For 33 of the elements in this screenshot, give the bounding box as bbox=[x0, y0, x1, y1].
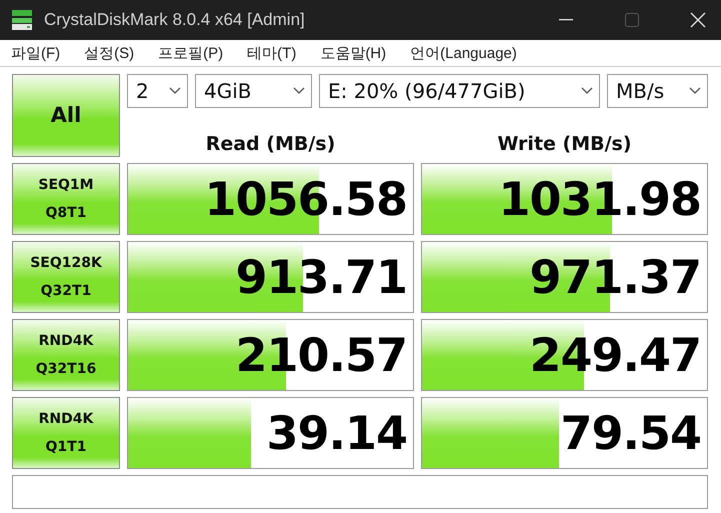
caret-icon bbox=[689, 87, 701, 95]
dropdown[interactable]: 2 bbox=[127, 74, 188, 108]
test-button[interactable]: SEQ128K Q32T1 bbox=[12, 241, 120, 313]
menu-item[interactable]: 프로필(P) bbox=[158, 44, 224, 62]
disk-icon bbox=[10, 8, 34, 32]
caret-icon bbox=[169, 87, 181, 95]
minimize-icon bbox=[559, 19, 573, 21]
test-button[interactable]: RND4K Q32T16 bbox=[12, 319, 120, 391]
result-value: 249.47 bbox=[529, 328, 701, 382]
menu-item[interactable]: 테마(T) bbox=[247, 44, 296, 62]
comment-field[interactable] bbox=[12, 475, 708, 509]
menu-item[interactable]: 언어(Language) bbox=[410, 44, 517, 62]
menu-item[interactable]: 설정(S) bbox=[84, 44, 134, 62]
column-header: Read (MB/s) bbox=[204, 132, 336, 157]
close-icon bbox=[690, 12, 706, 28]
test-button[interactable]: RND4K Q1T1 bbox=[12, 397, 120, 469]
test-button[interactable]: SEQ1M Q8T1 bbox=[12, 163, 120, 235]
caret-icon bbox=[293, 87, 305, 95]
menu-item[interactable]: 도움말(H) bbox=[320, 44, 386, 62]
window-title: CrystalDiskMark 8.0.4 x64 [Admin] bbox=[44, 10, 306, 30]
result-value: 79.54 bbox=[560, 406, 701, 460]
result-value: 39.14 bbox=[266, 406, 407, 460]
result-value: 913.71 bbox=[235, 250, 407, 304]
dropdown[interactable]: MB/s bbox=[607, 74, 708, 108]
menu-item[interactable]: 파일(F) bbox=[11, 44, 60, 62]
caret-icon bbox=[581, 87, 593, 95]
maximize-icon bbox=[625, 13, 639, 27]
result-value: 971.37 bbox=[529, 250, 701, 304]
dropdown[interactable]: E: 20% (96/477GiB) bbox=[319, 74, 600, 108]
all-button[interactable]: All bbox=[12, 74, 120, 157]
column-header: Write (MB/s) bbox=[496, 132, 633, 157]
dropdown[interactable]: 4GiB bbox=[195, 74, 312, 108]
result-value: 210.57 bbox=[235, 328, 407, 382]
